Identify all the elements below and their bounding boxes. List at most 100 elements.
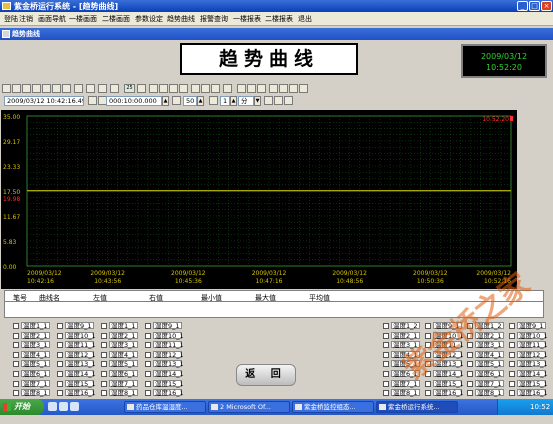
task-office[interactable]: 2 Microsoft Of... [208, 401, 290, 413]
sensor-left-checkbox[interactable]: 湿度14_1 [145, 370, 184, 378]
checkbox-icon[interactable] [145, 380, 151, 387]
sensor-right-checkbox[interactable]: 温度1_2 [383, 322, 420, 330]
checkbox-icon[interactable] [383, 351, 389, 358]
checkbox-icon[interactable] [101, 342, 107, 349]
sensor-left-checkbox[interactable]: 温度8_1 [13, 389, 50, 397]
step-forward-icon[interactable] [159, 84, 168, 93]
checkbox-icon[interactable] [57, 390, 63, 397]
sensor-left-checkbox[interactable]: 湿度12_1 [145, 350, 184, 359]
quicklaunch-desktop-icon[interactable] [59, 402, 68, 411]
checkbox-icon[interactable] [13, 351, 19, 358]
arrow-icon[interactable] [264, 96, 273, 105]
checkbox-icon[interactable] [101, 323, 107, 329]
menu-navigation[interactable]: 画面导航 [38, 14, 66, 24]
checkbox-icon[interactable] [383, 332, 389, 339]
checkbox-icon[interactable] [101, 351, 107, 358]
open-icon[interactable] [12, 84, 21, 93]
sensor-left-checkbox[interactable]: 温度3_1 [13, 341, 50, 349]
sensor-left-checkbox[interactable]: 湿度5_1 [101, 360, 138, 368]
quicklaunch-explorer-icon[interactable] [70, 402, 79, 411]
checkbox-icon[interactable] [383, 390, 389, 397]
trend-chart-svg[interactable]: 35.00 29.17 23.33 17.50 11.67 5.83 0.00 2009/03… [1, 110, 517, 289]
sensor-left-checkbox[interactable]: 温度10_1 [57, 331, 96, 340]
sensor-left-checkbox[interactable]: 温度6_1 [13, 370, 50, 378]
checkbox-icon[interactable] [383, 380, 389, 387]
step-unit-dropdown[interactable]: ▼ [254, 96, 261, 106]
checkbox-icon[interactable] [383, 361, 389, 368]
print-icon[interactable] [32, 84, 41, 93]
checkbox-icon[interactable] [57, 342, 63, 349]
sensor-left-checkbox[interactable]: 温度14_1 [57, 370, 96, 378]
checkbox-icon[interactable] [13, 323, 19, 329]
menu-exit[interactable]: 退出 [298, 14, 312, 24]
checkbox-icon[interactable] [13, 390, 19, 397]
duration-spinner[interactable]: ▲ [162, 96, 169, 106]
checkbox-icon[interactable] [101, 380, 107, 387]
checkbox-icon[interactable] [101, 332, 107, 339]
play-icon[interactable] [191, 84, 200, 93]
return-button[interactable]: 返 回 [236, 364, 296, 386]
grid-icon[interactable] [86, 84, 95, 93]
step-unit-select[interactable]: 分 [238, 96, 254, 106]
table-icon[interactable] [98, 84, 107, 93]
checkbox-icon[interactable] [383, 342, 389, 349]
sensor-left-checkbox[interactable]: 湿度6_1 [101, 370, 138, 378]
checkbox-icon[interactable] [383, 371, 389, 377]
sensor-left-checkbox[interactable]: 温度4_1 [13, 350, 50, 359]
checkbox-icon[interactable] [145, 342, 151, 349]
export-icon[interactable] [74, 84, 83, 93]
sensor-left-checkbox[interactable]: 湿度11_1 [145, 341, 184, 349]
sensor-left-checkbox[interactable]: 湿度16_1 [145, 389, 184, 397]
checkbox-icon[interactable] [13, 361, 19, 368]
quicklaunch-ie-icon[interactable] [48, 402, 57, 411]
chart-icon[interactable] [269, 84, 278, 93]
checkbox-icon[interactable] [145, 361, 151, 368]
sensor-left-checkbox[interactable]: 温度15_1 [57, 379, 96, 388]
menu-report1[interactable]: 一楼报表 [233, 14, 261, 24]
minimize-button[interactable]: _ [517, 1, 528, 11]
menu-alarm[interactable]: 报警查询 [200, 14, 228, 24]
sensor-right-checkbox[interactable]: 湿度16_1 [509, 389, 548, 397]
points-spinner[interactable]: ▲ [197, 96, 204, 106]
pause-icon[interactable] [201, 84, 210, 93]
sensor-left-checkbox[interactable]: 温度1_1 [13, 322, 50, 330]
folder-icon[interactable] [62, 84, 71, 93]
sensor-left-checkbox[interactable]: 温度13_1 [57, 360, 96, 368]
copy-icon[interactable] [52, 84, 61, 93]
start-time-field[interactable]: 2009/03/12 10:42:16.499 [4, 96, 84, 106]
zoom-out-icon[interactable] [179, 84, 188, 93]
duration-field[interactable]: 000:10:00.000 [106, 96, 162, 106]
zoom-level-button[interactable]: 25 [124, 84, 135, 93]
sensor-right-checkbox[interactable]: 湿度15_1 [509, 379, 548, 388]
checkbox-icon[interactable] [57, 361, 63, 368]
checkbox-icon[interactable] [13, 332, 19, 339]
checkbox-icon[interactable] [101, 371, 107, 377]
help-icon[interactable] [299, 84, 308, 93]
sensor-left-checkbox[interactable]: 温度9_1 [57, 322, 94, 330]
measure-icon[interactable] [247, 84, 256, 93]
sensor-left-checkbox[interactable]: 湿度10_1 [145, 331, 184, 340]
checkbox-icon[interactable] [145, 332, 151, 339]
checkbox-icon[interactable] [509, 390, 515, 397]
sensor-right-checkbox[interactable]: 温度8_1 [383, 389, 420, 397]
checkbox-icon[interactable] [145, 323, 151, 329]
sensor-left-checkbox[interactable]: 温度2_1 [13, 331, 50, 340]
sensor-left-checkbox[interactable]: 湿度9_1 [145, 322, 182, 330]
history-icon[interactable] [223, 84, 232, 93]
task-runtime[interactable]: 紫金桥运行系统... [376, 401, 458, 413]
checkbox-icon[interactable] [57, 351, 63, 358]
checkbox-icon[interactable] [13, 371, 19, 377]
menu-params[interactable]: 参数设定 [135, 14, 163, 24]
checkbox-icon[interactable] [57, 380, 63, 387]
sensor-left-checkbox[interactable]: 温度12_1 [57, 350, 96, 359]
trend-chart[interactable]: 35.00 29.17 23.33 17.50 11.67 5.83 0.00 2009/03… [1, 110, 517, 289]
list-icon[interactable] [110, 84, 119, 93]
menu-login[interactable]: 登陆 [4, 14, 18, 24]
sensor-left-checkbox[interactable]: 温度11_1 [57, 341, 96, 349]
pen-icon[interactable] [257, 84, 266, 93]
settings-icon[interactable] [289, 84, 298, 93]
maximize-button[interactable]: □ [529, 1, 540, 11]
marker-icon[interactable] [284, 96, 293, 105]
step-value-field[interactable]: 1 [220, 96, 230, 106]
menu-floor1[interactable]: 一楼画面 [69, 14, 97, 24]
